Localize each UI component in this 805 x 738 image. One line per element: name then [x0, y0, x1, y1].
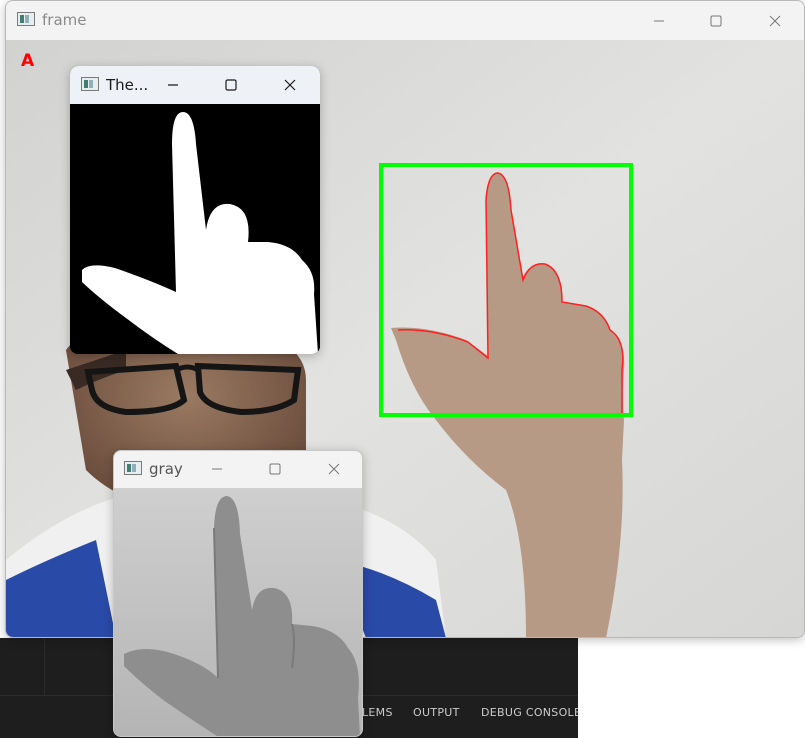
maximize-icon[interactable] — [258, 454, 292, 484]
desktop-area — [578, 638, 805, 737]
frame-window-title: frame — [42, 11, 87, 29]
thresh-window[interactable]: The... — [70, 66, 320, 354]
minimize-icon[interactable] — [200, 454, 234, 484]
gray-titlebar[interactable]: gray — [114, 451, 362, 488]
frame-titlebar[interactable]: frame — [6, 1, 804, 40]
close-icon[interactable] — [317, 454, 351, 484]
grayscale-image — [114, 488, 362, 736]
thresh-titlebar[interactable]: The... — [70, 66, 320, 104]
opencv-window-icon — [17, 12, 35, 26]
close-icon[interactable] — [758, 6, 792, 36]
minimize-icon[interactable] — [156, 70, 190, 100]
thresh-window-title: The... — [106, 76, 149, 94]
opencv-window-icon — [81, 77, 99, 91]
gray-window-title: gray — [149, 460, 183, 478]
tab-debug-console[interactable]: DEBUG CONSOLE — [481, 706, 581, 719]
tab-output[interactable]: OUTPUT — [413, 706, 460, 719]
tab-problems[interactable]: LEMS — [362, 706, 393, 719]
opencv-window-icon — [124, 461, 142, 475]
gray-window[interactable]: gray — [113, 450, 363, 737]
close-icon[interactable] — [273, 70, 307, 100]
threshold-image — [70, 104, 320, 354]
detected-letter-label: A — [21, 51, 35, 71]
minimize-icon[interactable] — [642, 6, 676, 36]
maximize-icon[interactable] — [214, 70, 248, 100]
maximize-icon[interactable] — [699, 6, 733, 36]
